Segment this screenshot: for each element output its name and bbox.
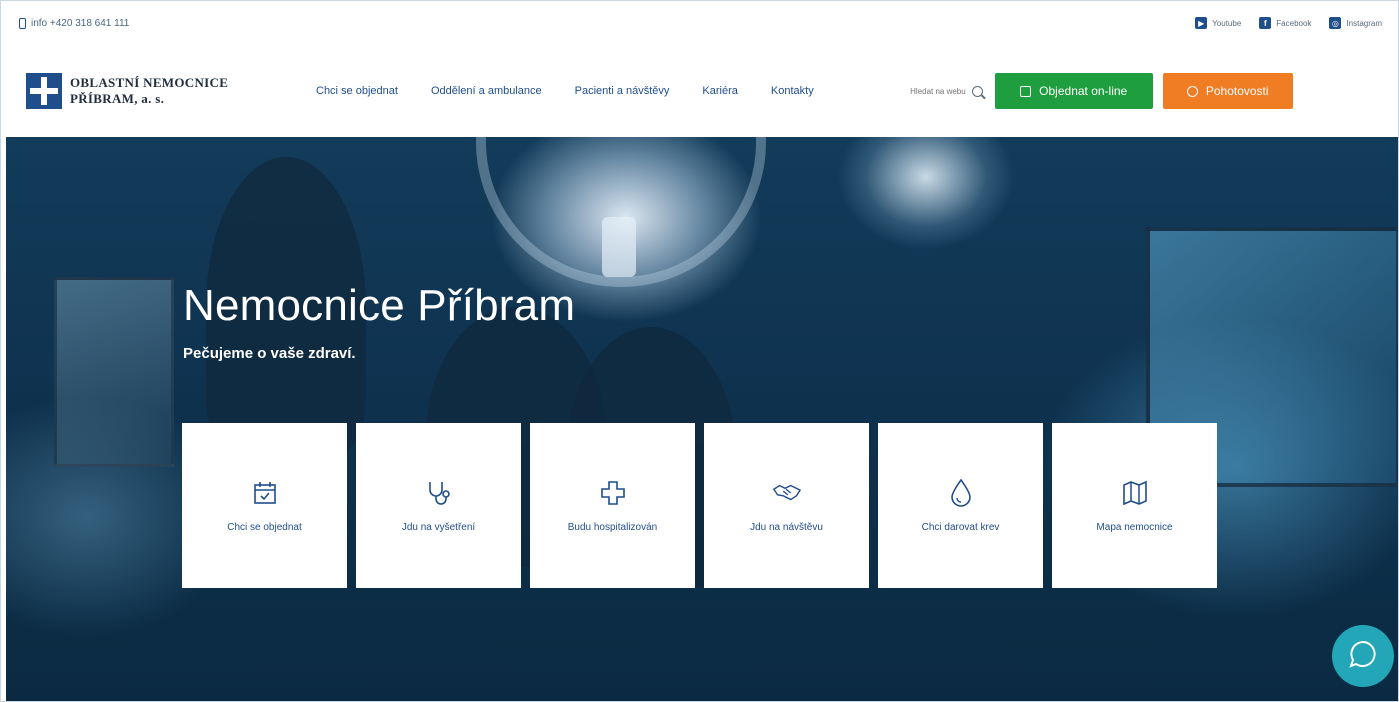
card-darovat-krev[interactable]: Chci darovat krev <box>878 423 1043 588</box>
emergency-button[interactable]: Pohotovosti <box>1162 73 1293 109</box>
surgical-lamp-core-image <box>602 217 636 277</box>
card-label: Jdu na návštěvu <box>750 522 823 533</box>
stethoscope-icon <box>424 478 454 508</box>
nav-item-oddeleni[interactable]: Oddělení a ambulance <box>431 85 542 97</box>
main-nav: Chci se objednat Oddělení a ambulance Pa… <box>316 85 814 97</box>
card-label: Mapa nemocnice <box>1096 522 1173 533</box>
handshake-icon <box>772 478 802 508</box>
card-label: Chci se objednat <box>227 522 302 533</box>
search-icon[interactable] <box>971 85 983 97</box>
nav-item-kariera[interactable]: Kariéra <box>702 85 737 97</box>
card-hospitalizace[interactable]: Budu hospitalizován <box>530 423 695 588</box>
logo-line-1: OBLASTNÍ NEMOCNICE <box>70 75 229 90</box>
social-youtube[interactable]: ▶ Youtube <box>1195 17 1241 29</box>
card-vysetreni[interactable]: Jdu na vyšetření <box>356 423 521 588</box>
order-online-button[interactable]: Objednat on-line <box>994 73 1153 109</box>
side-screen-image <box>54 277 174 467</box>
hero-subtitle: Pečujeme o vaše zdraví. <box>183 345 356 362</box>
facebook-icon: f <box>1259 17 1272 29</box>
main-header: OBLASTNÍ NEMOCNICE PŘÍBRAM, a. s. Chci s… <box>1 45 1398 137</box>
search-input[interactable] <box>891 86 966 96</box>
clock-icon <box>1186 85 1198 97</box>
social-instagram[interactable]: ◎ Instagram <box>1329 17 1382 29</box>
phone-icon <box>19 17 26 29</box>
quick-links: Chci se objednat Jdu na vyšetření Budu h… <box>182 423 1217 588</box>
page: info +420 318 641 111 ▶ Youtube f Facebo… <box>0 0 1399 702</box>
youtube-icon: ▶ <box>1195 17 1208 29</box>
card-navsteva[interactable]: Jdu na návštěvu <box>704 423 869 588</box>
logo-line-2: PŘÍBRAM, a. s. <box>70 91 165 106</box>
hero-title: Nemocnice Příbram <box>183 281 576 330</box>
hero-banner: Nemocnice Příbram Pečujeme o vaše zdraví… <box>6 137 1398 701</box>
social-facebook[interactable]: f Facebook <box>1259 17 1311 29</box>
card-objednat[interactable]: Chci se objednat <box>182 423 347 588</box>
social-links: ▶ Youtube f Facebook ◎ Instagram <box>1195 17 1382 29</box>
top-bar: info +420 318 641 111 ▶ Youtube f Facebo… <box>1 1 1398 45</box>
social-label: Facebook <box>1276 18 1312 28</box>
medical-cross-icon <box>598 478 628 508</box>
map-icon <box>1120 478 1150 508</box>
contact-info[interactable]: info +420 318 641 111 <box>19 17 130 29</box>
nav-item-objednat[interactable]: Chci se objednat <box>316 85 398 97</box>
logo-text: OBLASTNÍ NEMOCNICE PŘÍBRAM, a. s. <box>70 75 228 107</box>
order-button-label: Objednat on-line <box>1039 84 1128 98</box>
search-box <box>891 85 983 97</box>
card-label: Jdu na vyšetření <box>401 522 476 533</box>
calendar-icon <box>1020 85 1032 97</box>
calendar-check-icon <box>250 478 280 508</box>
chat-button[interactable] <box>1332 625 1394 687</box>
social-label: Instagram <box>1346 18 1382 28</box>
social-label: Youtube <box>1212 18 1242 28</box>
hospital-logo[interactable]: OBLASTNÍ NEMOCNICE PŘÍBRAM, a. s. <box>26 73 276 109</box>
logo-cross-icon <box>26 73 62 109</box>
emergency-button-label: Pohotovosti <box>1205 84 1269 98</box>
nav-item-kontakty[interactable]: Kontakty <box>771 85 814 97</box>
blood-drop-icon <box>946 478 976 508</box>
card-label: Budu hospitalizován <box>567 522 658 533</box>
instagram-icon: ◎ <box>1329 17 1342 29</box>
contact-text: info +420 318 641 111 <box>31 17 130 29</box>
card-mapa[interactable]: Mapa nemocnice <box>1052 423 1217 588</box>
card-label: Chci darovat krev <box>921 522 1000 533</box>
nav-item-pacienti[interactable]: Pacienti a návštěvy <box>575 85 670 97</box>
chat-bubble-icon <box>1347 638 1379 675</box>
